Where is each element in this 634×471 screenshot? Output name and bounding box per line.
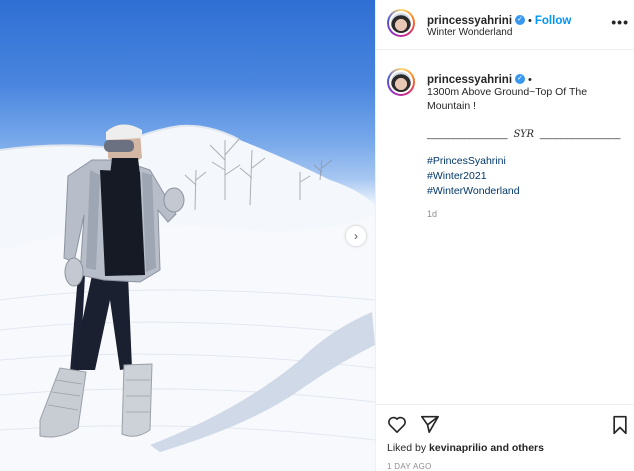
caption-age: 1d [427, 209, 438, 219]
verified-badge-icon: ✓ [515, 73, 526, 84]
avatar[interactable] [387, 9, 415, 37]
post-photo[interactable]: › [0, 0, 375, 471]
ellipsis-icon: ••• [611, 14, 629, 30]
caption-signature: _______________ SYR _______________ [427, 129, 627, 140]
hashtag-link[interactable]: #Winter2021 [427, 169, 520, 184]
heart-icon [388, 416, 406, 433]
separator-dot: • [528, 15, 532, 27]
caption-avatar[interactable] [387, 68, 415, 96]
bookmark-icon [613, 415, 627, 435]
like-button[interactable] [387, 415, 407, 438]
liked-by-user-link[interactable]: kevinaprilio [429, 442, 487, 454]
liked-by-text: Liked by kevinaprilio and others [387, 442, 544, 454]
location-link[interactable]: Winter Wonderland [427, 27, 512, 38]
hashtag-list: #PrincesSyahrini #Winter2021 #WinterWond… [427, 154, 520, 199]
post-actions: Liked by kevinaprilio and others 1 DAY A… [376, 404, 634, 471]
carousel-next-button[interactable]: › [346, 226, 366, 246]
post-timestamp[interactable]: 1 DAY AGO [387, 462, 432, 471]
paper-plane-icon [421, 415, 439, 433]
follow-button[interactable]: Follow [535, 15, 571, 27]
caption-text: 1300m Above Ground~Top Of The Mountain ! [427, 86, 588, 112]
username-link[interactable]: princessyahrini [427, 15, 512, 27]
post-details-panel: princessyahrini ✓ • Follow Winter Wonderlan… [375, 0, 634, 471]
liked-by-others-link[interactable]: and others [490, 442, 544, 454]
signature-mark: SYR [513, 129, 534, 140]
hashtag-link[interactable]: #WinterWonderland [427, 184, 520, 199]
share-button[interactable] [420, 415, 440, 438]
liked-by-prefix: Liked by [387, 442, 427, 454]
snow-scene-illustration [0, 124, 375, 471]
signature-line-left: _______________ [427, 129, 508, 140]
verified-badge-icon: ✓ [515, 14, 526, 25]
more-options-button[interactable]: ••• [611, 14, 629, 30]
post-header: princessyahrini ✓ • Follow Winter Wonderlan… [376, 0, 634, 50]
hashtag-link[interactable]: #PrincesSyahrini [427, 154, 520, 169]
signature-line-right: _______________ [539, 129, 621, 140]
save-button[interactable] [611, 415, 629, 440]
chevron-right-icon: › [354, 229, 358, 243]
